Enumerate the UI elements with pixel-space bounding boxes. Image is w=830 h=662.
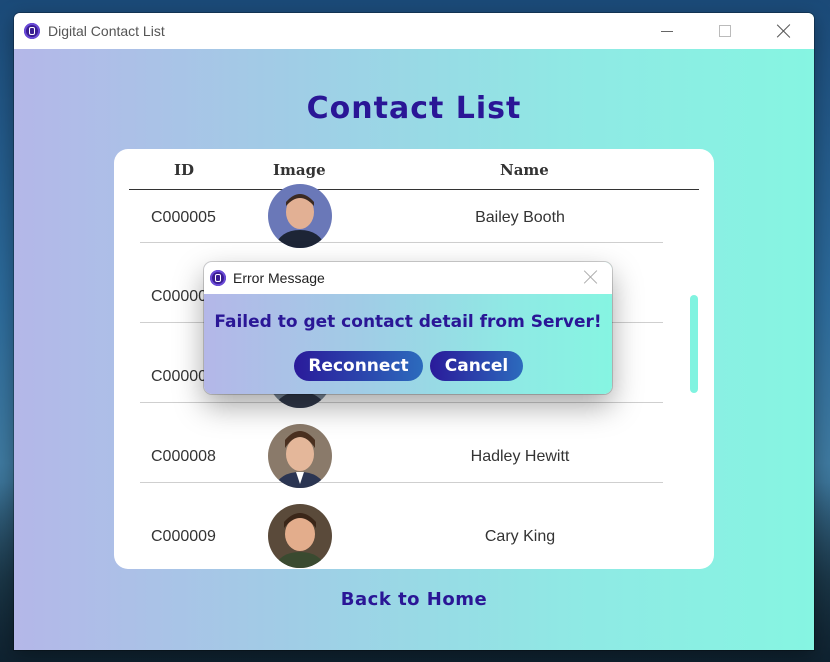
minimize-icon <box>661 30 673 32</box>
window-title: Digital Contact List <box>48 23 165 39</box>
contact-name: Hadley Hewitt <box>470 448 570 465</box>
close-button[interactable] <box>755 13 813 49</box>
contact-name: Bailey Booth <box>475 209 565 226</box>
title-bar[interactable]: Digital Contact List <box>14 13 814 49</box>
contact-avatar <box>268 184 332 248</box>
table-row[interactable]: C000009 Cary King <box>140 482 663 568</box>
app-logo-icon <box>210 270 226 286</box>
dialog-close-icon[interactable] <box>584 270 598 284</box>
error-dialog: Error Message Failed to get contact deta… <box>204 262 612 394</box>
minimize-button[interactable] <box>638 13 696 49</box>
scrollbar-thumb[interactable] <box>690 295 698 393</box>
cancel-button[interactable]: Cancel <box>430 351 523 381</box>
contact-id: C000009 <box>151 528 216 545</box>
dialog-title-bar[interactable]: Error Message <box>204 262 612 294</box>
contact-avatar <box>268 424 332 488</box>
close-icon <box>777 24 791 38</box>
contact-id: C000008 <box>151 448 216 465</box>
reconnect-button[interactable]: Reconnect <box>294 351 423 381</box>
error-message: Failed to get contact detail from Server… <box>214 312 602 332</box>
maximize-button[interactable] <box>696 13 754 49</box>
table-row[interactable]: C000005 Bailey Booth <box>140 162 663 248</box>
back-to-home-link[interactable]: Back to Home <box>14 589 814 610</box>
contact-avatar <box>268 504 332 568</box>
app-logo-icon <box>24 23 40 39</box>
maximize-icon <box>719 25 731 37</box>
contact-name: Cary King <box>484 528 556 545</box>
contact-id: C000005 <box>151 209 216 226</box>
dialog-title: Error Message <box>233 270 325 286</box>
table-row[interactable]: C000008 Hadley Hewitt <box>140 402 663 488</box>
page-title: Contact List <box>306 91 522 126</box>
